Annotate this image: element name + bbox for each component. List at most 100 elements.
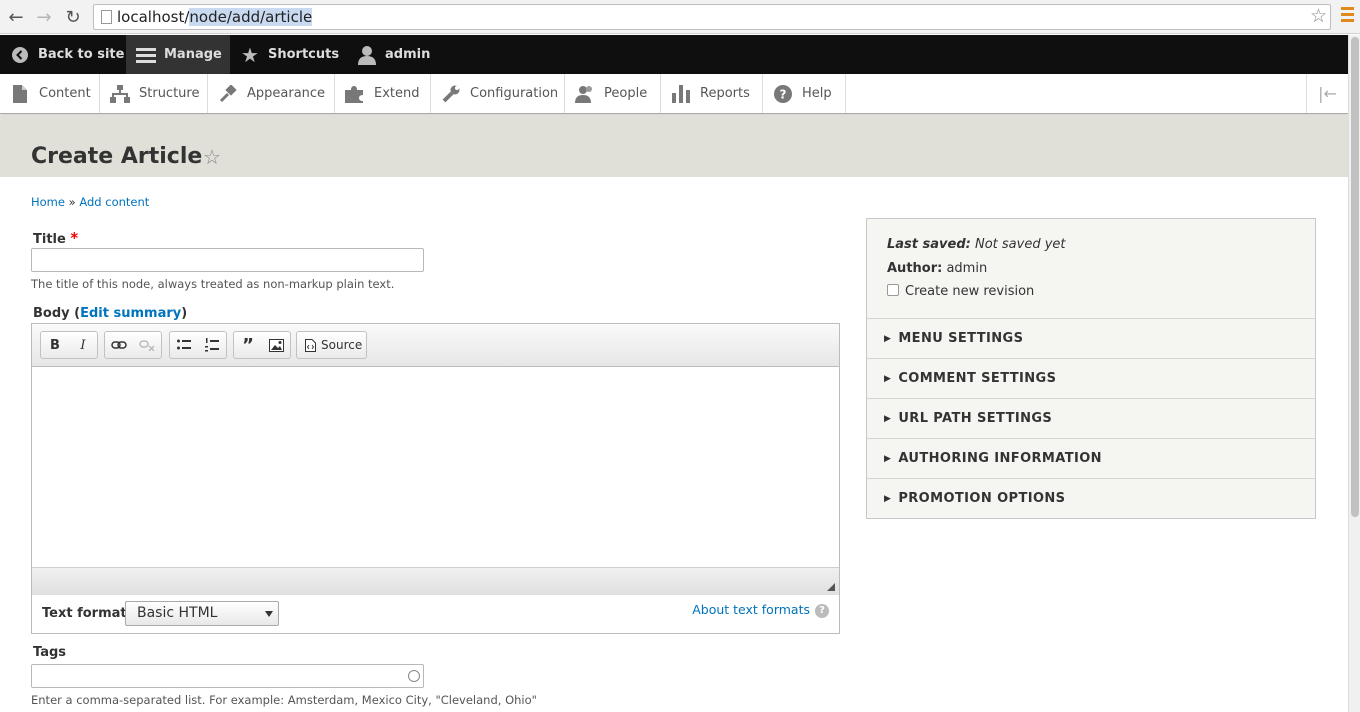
tray-label: Structure [139, 86, 200, 101]
bold-button[interactable]: B [41, 332, 69, 358]
unlink-icon[interactable] [133, 332, 161, 358]
browser-menu-icon[interactable] [1341, 7, 1354, 26]
tray-label: Appearance [247, 86, 326, 101]
accordion-menu-settings[interactable]: ▶ MENU SETTINGS [867, 318, 1315, 358]
svg-text:?: ? [780, 87, 787, 101]
back-arrow-icon[interactable]: ← [5, 6, 27, 28]
tray-item-content[interactable]: Content [0, 74, 100, 113]
shortcuts-tab[interactable]: ★ Shortcuts [230, 35, 342, 74]
last-saved: Last saved: Not saved yet [887, 237, 1066, 252]
user-tab[interactable]: admin [347, 35, 437, 74]
body-label: Body (Edit summary) [33, 306, 188, 321]
resize-handle-icon[interactable] [827, 583, 835, 591]
chevron-left-circle-icon [10, 45, 30, 65]
triangle-right-icon: ▶ [884, 453, 892, 464]
help-circle-icon: ? [773, 84, 793, 104]
triangle-right-icon: ▶ [884, 333, 892, 344]
user-label: admin [385, 47, 431, 62]
sitemap-icon [110, 84, 130, 104]
breadcrumb: Home » Add content [31, 195, 149, 209]
user-icon [357, 45, 377, 65]
image-icon[interactable] [262, 332, 290, 358]
url-text: localhost/node/add/article [117, 8, 313, 26]
tray-item-extend[interactable]: Extend [335, 74, 431, 113]
tray-label: Reports [700, 86, 750, 101]
about-text-formats[interactable]: About text formats? [692, 602, 829, 618]
tray-item-reports[interactable]: Reports [661, 74, 763, 113]
link-button-group [104, 331, 162, 359]
admin-toolbar: Back to site Manage ★ Shortcuts admin [0, 35, 1348, 74]
accordion-url-path-settings[interactable]: ▶ URL PATH SETTINGS [867, 398, 1315, 438]
tray-item-appearance[interactable]: Appearance [208, 74, 335, 113]
forward-arrow-icon[interactable]: → [33, 6, 55, 28]
breadcrumb-add-content[interactable]: Add content [79, 195, 149, 209]
tray-item-help[interactable]: ? Help [763, 74, 846, 113]
tray-item-structure[interactable]: Structure [100, 74, 208, 113]
text-format-row: Text format Basic HTML About text format… [32, 595, 839, 633]
file-icon [10, 84, 30, 104]
favorite-star-icon[interactable]: ☆ [203, 145, 221, 169]
italic-button[interactable]: I [69, 332, 97, 358]
tags-input[interactable] [31, 664, 424, 688]
tray-label: Configuration [470, 86, 559, 101]
address-bar[interactable]: localhost/node/add/article ☆ [93, 4, 1331, 30]
tray-label: Help [802, 86, 832, 101]
people-icon [575, 84, 595, 104]
accordion-promotion-options[interactable]: ▶ PROMOTION OPTIONS [867, 478, 1315, 518]
tray-label: Content [39, 86, 91, 101]
body-editor-content[interactable] [32, 367, 839, 567]
text-format-select[interactable]: Basic HTML [125, 601, 279, 626]
source-icon [305, 338, 316, 352]
collapse-tray-icon[interactable]: |← [1306, 74, 1348, 113]
text-format-value: Basic HTML [137, 605, 218, 621]
accordion-authoring-information[interactable]: ▶ AUTHORING INFORMATION [867, 438, 1315, 478]
back-to-site-link[interactable]: Back to site [0, 35, 125, 74]
source-label: Source [321, 338, 363, 352]
page-scrollbar[interactable] [1348, 35, 1360, 712]
create-revision[interactable]: Create new revision [887, 283, 1034, 299]
tray-item-people[interactable]: People [565, 74, 661, 113]
paintbrush-icon [218, 84, 238, 104]
source-button[interactable]: Source [296, 331, 367, 359]
bookmark-star-icon[interactable]: ☆ [1310, 4, 1327, 28]
blockquote-icon[interactable]: ” [234, 332, 262, 358]
page-title: Create Article [31, 144, 203, 169]
reload-icon[interactable]: ↻ [62, 6, 84, 28]
breadcrumb-home[interactable]: Home [31, 195, 65, 209]
dropdown-arrow-icon [265, 611, 273, 617]
wrench-icon [441, 84, 461, 104]
create-revision-checkbox[interactable] [887, 283, 899, 296]
accordion-comment-settings[interactable]: ▶ COMMENT SETTINGS [867, 358, 1315, 398]
node-sidebar: Last saved: Not saved yet Author: admin … [866, 218, 1316, 519]
insert-button-group: ” [233, 331, 291, 359]
bulleted-list-icon[interactable] [170, 332, 198, 358]
title-label: Title * [33, 229, 79, 247]
link-icon[interactable] [105, 332, 133, 358]
title-description: The title of this node, always treated a… [31, 277, 395, 291]
puzzle-icon [345, 84, 365, 104]
admin-tray: Content Structure Appearance Extend Conf… [0, 74, 1348, 114]
numbered-list-icon[interactable] [198, 332, 226, 358]
bar-chart-icon [671, 84, 691, 104]
body-editor: B I ” Source Text format Basic HTML Abou… [31, 323, 840, 634]
browser-bar: ← → ↻ localhost/node/add/article ☆ [0, 0, 1360, 34]
required-marker: * [70, 229, 79, 247]
breadcrumb-separator: » [68, 195, 76, 209]
help-icon: ? [815, 603, 829, 618]
triangle-right-icon: ▶ [884, 373, 892, 384]
back-to-site-label: Back to site [38, 47, 125, 62]
hamburger-icon [136, 45, 156, 65]
triangle-right-icon: ▶ [884, 493, 892, 504]
page-header: Create Article ☆ [0, 115, 1348, 177]
edit-summary-link[interactable]: Edit summary [80, 306, 181, 321]
manage-tab[interactable]: Manage [126, 35, 230, 74]
tags-label: Tags [33, 645, 67, 660]
manage-label: Manage [164, 47, 222, 62]
triangle-right-icon: ▶ [884, 413, 892, 424]
editor-toolbar: B I ” Source [32, 324, 839, 367]
source-button-inner: Source [297, 332, 368, 358]
about-text-formats-link[interactable]: About text formats [692, 602, 810, 617]
scrollbar-thumb[interactable] [1351, 37, 1359, 517]
tray-item-configuration[interactable]: Configuration [431, 74, 565, 113]
title-input[interactable] [31, 248, 424, 272]
